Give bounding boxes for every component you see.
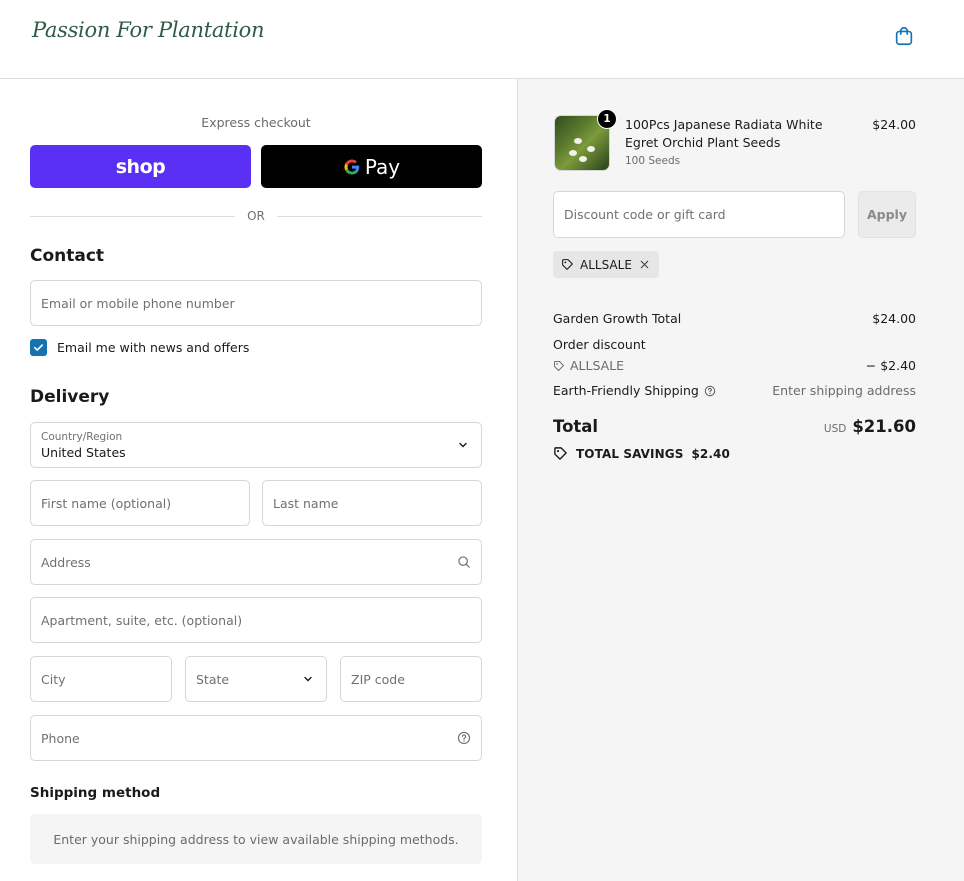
subtotal-row: Garden Growth Total $24.00 [553, 311, 916, 326]
subtotal-value: $24.00 [872, 311, 916, 326]
product-name: 100Pcs Japanese Radiata White Egret Orch… [625, 117, 823, 150]
total-row: Total USD $21.60 [553, 417, 916, 436]
flower-shape [569, 150, 577, 156]
order-summary: 1 100Pcs Japanese Radiata White Egret Or… [517, 79, 964, 881]
city-placeholder: City [41, 671, 66, 687]
shipping-row: Earth-Friendly Shipping Enter shipping a… [553, 383, 916, 398]
flower-shape [579, 156, 587, 162]
shop-pay-button[interactable]: shop [30, 145, 251, 188]
shipping-method-notice: Enter your shipping address to view avai… [30, 814, 482, 864]
newsletter-label: Email me with news and offers [57, 340, 250, 355]
checkout-form: Express checkout shop Pay OR Contact Ema… [0, 79, 517, 881]
discount-value: − $2.40 [865, 358, 916, 373]
address-placeholder: Address [41, 554, 91, 570]
chevron-down-icon [459, 442, 467, 448]
savings-label: TOTAL SAVINGS [576, 446, 684, 461]
divider-line [30, 215, 236, 217]
shipping-method-message: Enter your shipping address to view avai… [53, 831, 459, 847]
tag-icon [554, 447, 567, 460]
country-label: Country/Region [41, 430, 123, 443]
applied-discount-chip: ALLSALE [553, 251, 659, 278]
subtotal-label: Garden Growth Total [553, 311, 682, 326]
or-label: OR [247, 209, 265, 223]
last-name-placeholder: Last name [273, 495, 339, 511]
zip-field[interactable]: ZIP code [340, 656, 482, 702]
state-placeholder: State [196, 671, 230, 687]
divider-line [276, 215, 483, 217]
applied-code-label: ALLSALE [580, 257, 632, 272]
newsletter-option[interactable]: Email me with news and offers [30, 339, 249, 356]
product-price: $24.00 [872, 117, 916, 132]
address-field[interactable]: Address [30, 539, 482, 585]
google-pay-label: Pay [364, 154, 401, 179]
discount-code-label: ALLSALE [570, 358, 625, 373]
apartment-placeholder: Apartment, suite, etc. (optional) [41, 612, 243, 628]
google-pay-button[interactable]: Pay [261, 145, 482, 188]
flower-shape [574, 138, 582, 144]
email-field[interactable]: Email or mobile phone number [30, 280, 482, 326]
quantity-badge: 1 [597, 109, 617, 129]
order-discount-row: Order discount [553, 337, 916, 352]
tag-icon [554, 360, 564, 371]
product-variant: 100 Seeds [625, 155, 681, 167]
flower-shape [587, 146, 595, 152]
tag-icon [562, 259, 573, 270]
google-g-icon [344, 159, 360, 175]
checkmark-icon [34, 344, 43, 351]
help-circle-icon[interactable] [457, 731, 471, 745]
country-select[interactable]: Country/Region United States [30, 422, 482, 468]
or-divider: OR [30, 209, 483, 223]
shipping-value: Enter shipping address [772, 383, 916, 398]
apartment-field[interactable]: Apartment, suite, etc. (optional) [30, 597, 482, 643]
phone-field[interactable]: Phone [30, 715, 482, 761]
shipping-label: Earth-Friendly Shipping [553, 383, 699, 398]
country-value: United States [41, 444, 126, 460]
shop-pay-label: shop [115, 155, 166, 178]
search-icon[interactable] [457, 555, 471, 569]
first-name-placeholder: First name (optional) [41, 495, 172, 511]
apply-discount-button[interactable]: Apply [858, 191, 916, 238]
contact-title: Contact [30, 246, 105, 266]
header: Passion For Plantation [0, 0, 964, 79]
delivery-title: Delivery [30, 387, 110, 407]
newsletter-checkbox[interactable] [30, 339, 47, 356]
zip-placeholder: ZIP code [351, 671, 405, 687]
email-placeholder: Email or mobile phone number [41, 295, 235, 311]
close-icon[interactable] [638, 258, 651, 271]
first-name-field[interactable]: First name (optional) [30, 480, 250, 526]
order-discount-label: Order discount [553, 337, 646, 352]
savings-value: $2.40 [691, 446, 730, 461]
total-label: Total [553, 417, 599, 436]
store-logo[interactable]: Passion For Plantation [32, 18, 264, 42]
phone-placeholder: Phone [41, 730, 80, 746]
currency-code: USD [823, 423, 847, 435]
last-name-field[interactable]: Last name [262, 480, 482, 526]
discount-code-field[interactable]: Discount code or gift card [553, 191, 845, 238]
discount-placeholder: Discount code or gift card [564, 207, 726, 222]
shopping-bag-icon[interactable] [893, 25, 915, 47]
apply-label: Apply [866, 207, 907, 222]
state-select[interactable]: State [185, 656, 327, 702]
chevron-down-icon [304, 676, 312, 682]
city-field[interactable]: City [30, 656, 172, 702]
total-savings-row: TOTAL SAVINGS $2.40 [553, 446, 730, 461]
total-value: $21.60 [852, 417, 916, 436]
help-circle-icon[interactable] [704, 385, 716, 397]
shipping-method-title: Shipping method [30, 785, 161, 801]
discount-code-row: ALLSALE − $2.40 [553, 358, 916, 373]
express-checkout-label: Express checkout [201, 115, 311, 130]
